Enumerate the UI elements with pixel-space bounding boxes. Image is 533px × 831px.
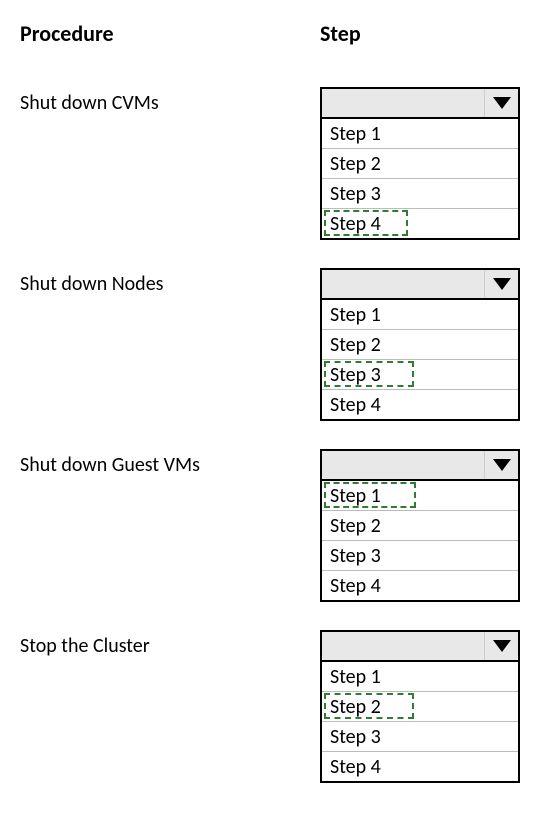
procedure-row: Shut down Guest VMs Step 1 Step 2 Step 3 Ste… bbox=[20, 449, 513, 602]
procedure-row: Stop the Cluster Step 1 Step 2 Step 3 Step 4 bbox=[20, 630, 513, 783]
dropdown-field[interactable] bbox=[322, 451, 484, 479]
option-item[interactable]: Step 1 bbox=[322, 300, 518, 330]
option-label: Step 1 bbox=[330, 122, 381, 146]
procedure-row: Shut down CVMs Step 1 Step 2 Step 3 Step 4 bbox=[20, 87, 513, 240]
option-label: Step 1 bbox=[330, 484, 381, 508]
option-item[interactable]: Step 4 bbox=[322, 752, 518, 781]
option-label: Step 3 bbox=[330, 725, 381, 749]
step-selector: Step 1 Step 2 Step 3 Step 4 bbox=[320, 630, 520, 783]
option-item[interactable]: Step 3 bbox=[322, 541, 518, 571]
header-row: Procedure Step bbox=[20, 20, 513, 47]
option-label: Step 2 bbox=[330, 333, 381, 357]
step-selector: Step 1 Step 2 Step 3 Step 4 bbox=[320, 449, 520, 602]
option-item[interactable]: Step 4 bbox=[322, 390, 518, 419]
option-item[interactable]: Step 2 bbox=[322, 692, 518, 722]
header-procedure: Procedure bbox=[20, 20, 320, 47]
option-item[interactable]: Step 4 bbox=[322, 209, 518, 238]
option-label: Step 4 bbox=[330, 393, 381, 417]
option-item[interactable]: Step 2 bbox=[322, 149, 518, 179]
procedure-label: Shut down Guest VMs bbox=[20, 449, 320, 477]
step-dropdown[interactable] bbox=[320, 87, 520, 119]
dropdown-field[interactable] bbox=[322, 89, 484, 117]
option-label: Step 3 bbox=[330, 182, 381, 206]
step-dropdown[interactable] bbox=[320, 630, 520, 662]
option-item[interactable]: Step 3 bbox=[322, 722, 518, 752]
option-label: Step 3 bbox=[330, 363, 381, 387]
step-selector: Step 1 Step 2 Step 3 Step 4 bbox=[320, 87, 520, 240]
option-label: Step 4 bbox=[330, 755, 381, 779]
procedure-label: Stop the Cluster bbox=[20, 630, 320, 658]
chevron-down-icon bbox=[493, 640, 511, 652]
procedure-label: Shut down CVMs bbox=[20, 87, 320, 115]
header-step: Step bbox=[320, 20, 520, 47]
chevron-down-icon bbox=[493, 278, 511, 290]
option-item[interactable]: Step 1 bbox=[322, 662, 518, 692]
dropdown-field[interactable] bbox=[322, 270, 484, 298]
option-label: Step 4 bbox=[330, 574, 381, 598]
options-list: Step 1 Step 2 Step 3 Step 4 bbox=[320, 300, 520, 421]
options-list: Step 1 Step 2 Step 3 Step 4 bbox=[320, 662, 520, 783]
chevron-down-icon bbox=[493, 97, 511, 109]
option-item[interactable]: Step 2 bbox=[322, 511, 518, 541]
option-item[interactable]: Step 3 bbox=[322, 179, 518, 209]
dropdown-toggle[interactable] bbox=[484, 89, 518, 117]
option-label: Step 2 bbox=[330, 695, 381, 719]
chevron-down-icon bbox=[493, 459, 511, 471]
option-label: Step 4 bbox=[330, 212, 381, 236]
option-label: Step 2 bbox=[330, 514, 381, 538]
option-item[interactable]: Step 1 bbox=[322, 119, 518, 149]
options-list: Step 1 Step 2 Step 3 Step 4 bbox=[320, 119, 520, 240]
dropdown-field[interactable] bbox=[322, 632, 484, 660]
option-label: Step 3 bbox=[330, 544, 381, 568]
dropdown-toggle[interactable] bbox=[484, 270, 518, 298]
option-item[interactable]: Step 4 bbox=[322, 571, 518, 600]
step-dropdown[interactable] bbox=[320, 268, 520, 300]
option-label: Step 1 bbox=[330, 665, 381, 689]
option-label: Step 1 bbox=[330, 303, 381, 327]
option-item[interactable]: Step 2 bbox=[322, 330, 518, 360]
procedure-row: Shut down Nodes Step 1 Step 2 Step 3 Step 4 bbox=[20, 268, 513, 421]
dropdown-toggle[interactable] bbox=[484, 632, 518, 660]
procedure-label: Shut down Nodes bbox=[20, 268, 320, 296]
option-label: Step 2 bbox=[330, 152, 381, 176]
option-item[interactable]: Step 1 bbox=[322, 481, 518, 511]
option-item[interactable]: Step 3 bbox=[322, 360, 518, 390]
step-dropdown[interactable] bbox=[320, 449, 520, 481]
options-list: Step 1 Step 2 Step 3 Step 4 bbox=[320, 481, 520, 602]
dropdown-toggle[interactable] bbox=[484, 451, 518, 479]
step-selector: Step 1 Step 2 Step 3 Step 4 bbox=[320, 268, 520, 421]
